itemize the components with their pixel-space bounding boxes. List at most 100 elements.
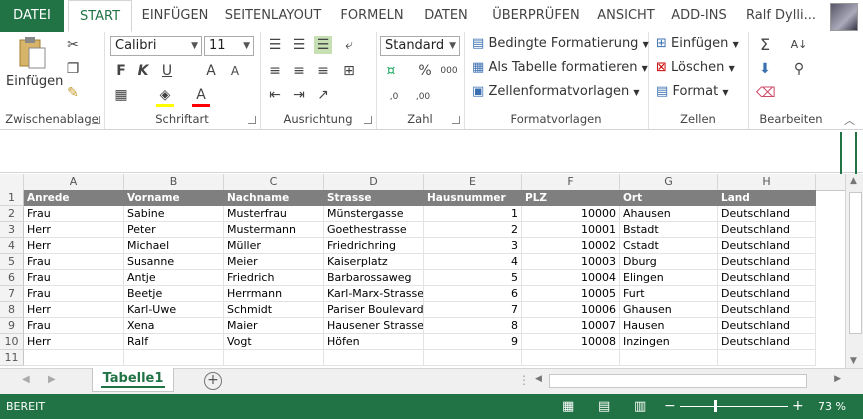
table-cell[interactable]: Goethestrasse bbox=[324, 222, 424, 238]
row-header[interactable]: 11 bbox=[0, 350, 24, 366]
align-right-icon[interactable]: ≡ bbox=[314, 62, 332, 80]
autosum-icon[interactable]: Σ bbox=[756, 36, 774, 54]
scroll-right-icon[interactable]: ▶ bbox=[834, 374, 841, 384]
normal-view-icon[interactable]: ▦ bbox=[562, 394, 574, 419]
align-bottom-icon[interactable]: ☰ bbox=[314, 36, 332, 54]
thousands-button[interactable]: 000 bbox=[438, 62, 460, 80]
table-cell[interactable]: Beetje bbox=[124, 286, 224, 302]
dialog-launcher-icon[interactable] bbox=[92, 116, 100, 124]
table-cell[interactable]: Deutschland bbox=[718, 286, 816, 302]
table-cell[interactable]: 2 bbox=[424, 222, 522, 238]
row-header[interactable]: 2 bbox=[0, 206, 24, 222]
collapse-ribbon-icon[interactable]: ︿ bbox=[844, 112, 855, 128]
table-cell[interactable]: 5 bbox=[424, 270, 522, 286]
tab-start[interactable]: START bbox=[68, 0, 132, 32]
tab-datei[interactable]: DATEI bbox=[0, 0, 64, 32]
table-cell[interactable]: Maier bbox=[224, 318, 324, 334]
table-cell[interactable]: Bstadt bbox=[620, 222, 718, 238]
horizontal-scrollbar[interactable]: ◀ ▶ bbox=[533, 373, 843, 389]
table-cell[interactable]: Schmidt bbox=[224, 302, 324, 318]
vertical-scroll-thumb[interactable] bbox=[849, 192, 862, 334]
table-cell[interactable]: Frau bbox=[24, 270, 124, 286]
table-cell[interactable]: Inzingen bbox=[620, 334, 718, 350]
table-cell[interactable]: Frau bbox=[24, 318, 124, 334]
table-cell[interactable]: Xena bbox=[124, 318, 224, 334]
dialog-launcher-icon[interactable] bbox=[364, 116, 372, 124]
table-header-cell[interactable]: Land bbox=[718, 190, 816, 206]
table-cell[interactable]: Pariser Boulevard bbox=[324, 302, 424, 318]
merge-center-icon[interactable]: ⊞ bbox=[340, 62, 358, 80]
zoom-out-icon[interactable]: − bbox=[664, 394, 676, 419]
decrease-decimal-button[interactable]: ,00 bbox=[410, 88, 436, 106]
paste-button[interactable]: Einfügen bbox=[6, 36, 63, 89]
format-painter-icon[interactable]: ✎ bbox=[64, 84, 82, 102]
row-header[interactable]: 1 bbox=[0, 190, 24, 206]
row-header[interactable]: 8 bbox=[0, 302, 24, 318]
split-handle-icon[interactable]: ⋮ bbox=[518, 373, 530, 387]
sheet-tab-tabelle1[interactable]: Tabelle1 bbox=[92, 368, 174, 392]
table-cell[interactable]: Musterfrau bbox=[224, 206, 324, 222]
table-cell[interactable]: 9 bbox=[424, 334, 522, 350]
align-left-icon[interactable]: ≡ bbox=[266, 62, 284, 80]
sort-filter-icon[interactable]: A↓ bbox=[790, 36, 808, 54]
fill-color-icon[interactable]: ◈ bbox=[156, 86, 174, 107]
select-all-corner[interactable] bbox=[0, 174, 24, 190]
table-cell[interactable]: Deutschland bbox=[718, 206, 816, 222]
table-cell[interactable]: Hausen bbox=[620, 318, 718, 334]
empty-cell[interactable] bbox=[522, 350, 620, 366]
zoom-slider[interactable] bbox=[680, 406, 788, 407]
table-cell[interactable]: Ahausen bbox=[620, 206, 718, 222]
table-cell[interactable]: Höfen bbox=[324, 334, 424, 350]
tab-einfuegen[interactable]: EINFÜGEN bbox=[136, 0, 214, 32]
align-center-icon[interactable]: ≡ bbox=[290, 62, 308, 80]
clear-icon[interactable]: ⌫ bbox=[756, 84, 776, 102]
format-cells-button[interactable]: ▤ Format ▼ bbox=[656, 84, 729, 99]
table-cell[interactable]: Herr bbox=[24, 238, 124, 254]
table-cell[interactable]: Susanne bbox=[124, 254, 224, 270]
table-cell[interactable]: Karl-Uwe bbox=[124, 302, 224, 318]
table-cell[interactable]: 10004 bbox=[522, 270, 620, 286]
format-as-table-button[interactable]: ▦ Als Tabelle formatieren ▼ bbox=[472, 60, 648, 75]
table-cell[interactable]: Karl-Marx-Strasse bbox=[324, 286, 424, 302]
column-header-a[interactable]: A bbox=[24, 174, 124, 190]
add-sheet-icon[interactable]: + bbox=[204, 372, 222, 390]
table-cell[interactable]: Deutschland bbox=[718, 334, 816, 350]
empty-cell[interactable] bbox=[324, 350, 424, 366]
row-header[interactable]: 9 bbox=[0, 318, 24, 334]
table-cell[interactable]: Deutschland bbox=[718, 238, 816, 254]
table-cell[interactable]: Müller bbox=[224, 238, 324, 254]
delete-cells-button[interactable]: ⊠ Löschen ▼ bbox=[656, 60, 735, 75]
scroll-up-icon[interactable]: ▲ bbox=[850, 176, 857, 186]
row-header[interactable]: 6 bbox=[0, 270, 24, 286]
table-cell[interactable]: Frau bbox=[24, 286, 124, 302]
page-break-view-icon[interactable]: ▥ bbox=[634, 394, 646, 419]
zoom-slider-thumb[interactable] bbox=[714, 400, 717, 412]
row-header[interactable]: 7 bbox=[0, 286, 24, 302]
table-cell[interactable]: Vogt bbox=[224, 334, 324, 350]
table-header-cell[interactable]: Nachname bbox=[224, 190, 324, 206]
conditional-formatting-button[interactable]: ▤ Bedingte Formatierung ▼ bbox=[472, 36, 649, 51]
table-cell[interactable]: Dburg bbox=[620, 254, 718, 270]
dialog-launcher-icon[interactable] bbox=[248, 116, 256, 124]
table-cell[interactable]: Meier bbox=[224, 254, 324, 270]
percent-button[interactable]: % bbox=[416, 62, 434, 80]
empty-cell[interactable] bbox=[24, 350, 124, 366]
empty-cell[interactable] bbox=[224, 350, 324, 366]
horizontal-scroll-thumb[interactable] bbox=[549, 374, 807, 388]
column-header-b[interactable]: B bbox=[124, 174, 224, 190]
table-cell[interactable]: Herr bbox=[24, 334, 124, 350]
table-header-cell[interactable]: Ort bbox=[620, 190, 718, 206]
table-cell[interactable]: Elingen bbox=[620, 270, 718, 286]
table-cell[interactable]: 8 bbox=[424, 318, 522, 334]
underline-button[interactable]: U bbox=[158, 62, 176, 80]
table-cell[interactable]: 4 bbox=[424, 254, 522, 270]
column-header-e[interactable]: E bbox=[424, 174, 522, 190]
table-cell[interactable]: Cstadt bbox=[620, 238, 718, 254]
scroll-left-icon[interactable]: ◀ bbox=[535, 374, 542, 384]
italic-button[interactable]: K bbox=[134, 62, 152, 80]
table-cell[interactable]: Friedrich bbox=[224, 270, 324, 286]
table-cell[interactable]: Frau bbox=[24, 254, 124, 270]
table-cell[interactable]: 10001 bbox=[522, 222, 620, 238]
table-cell[interactable]: Deutschland bbox=[718, 318, 816, 334]
next-sheet-icon[interactable]: ▶ bbox=[48, 374, 56, 385]
